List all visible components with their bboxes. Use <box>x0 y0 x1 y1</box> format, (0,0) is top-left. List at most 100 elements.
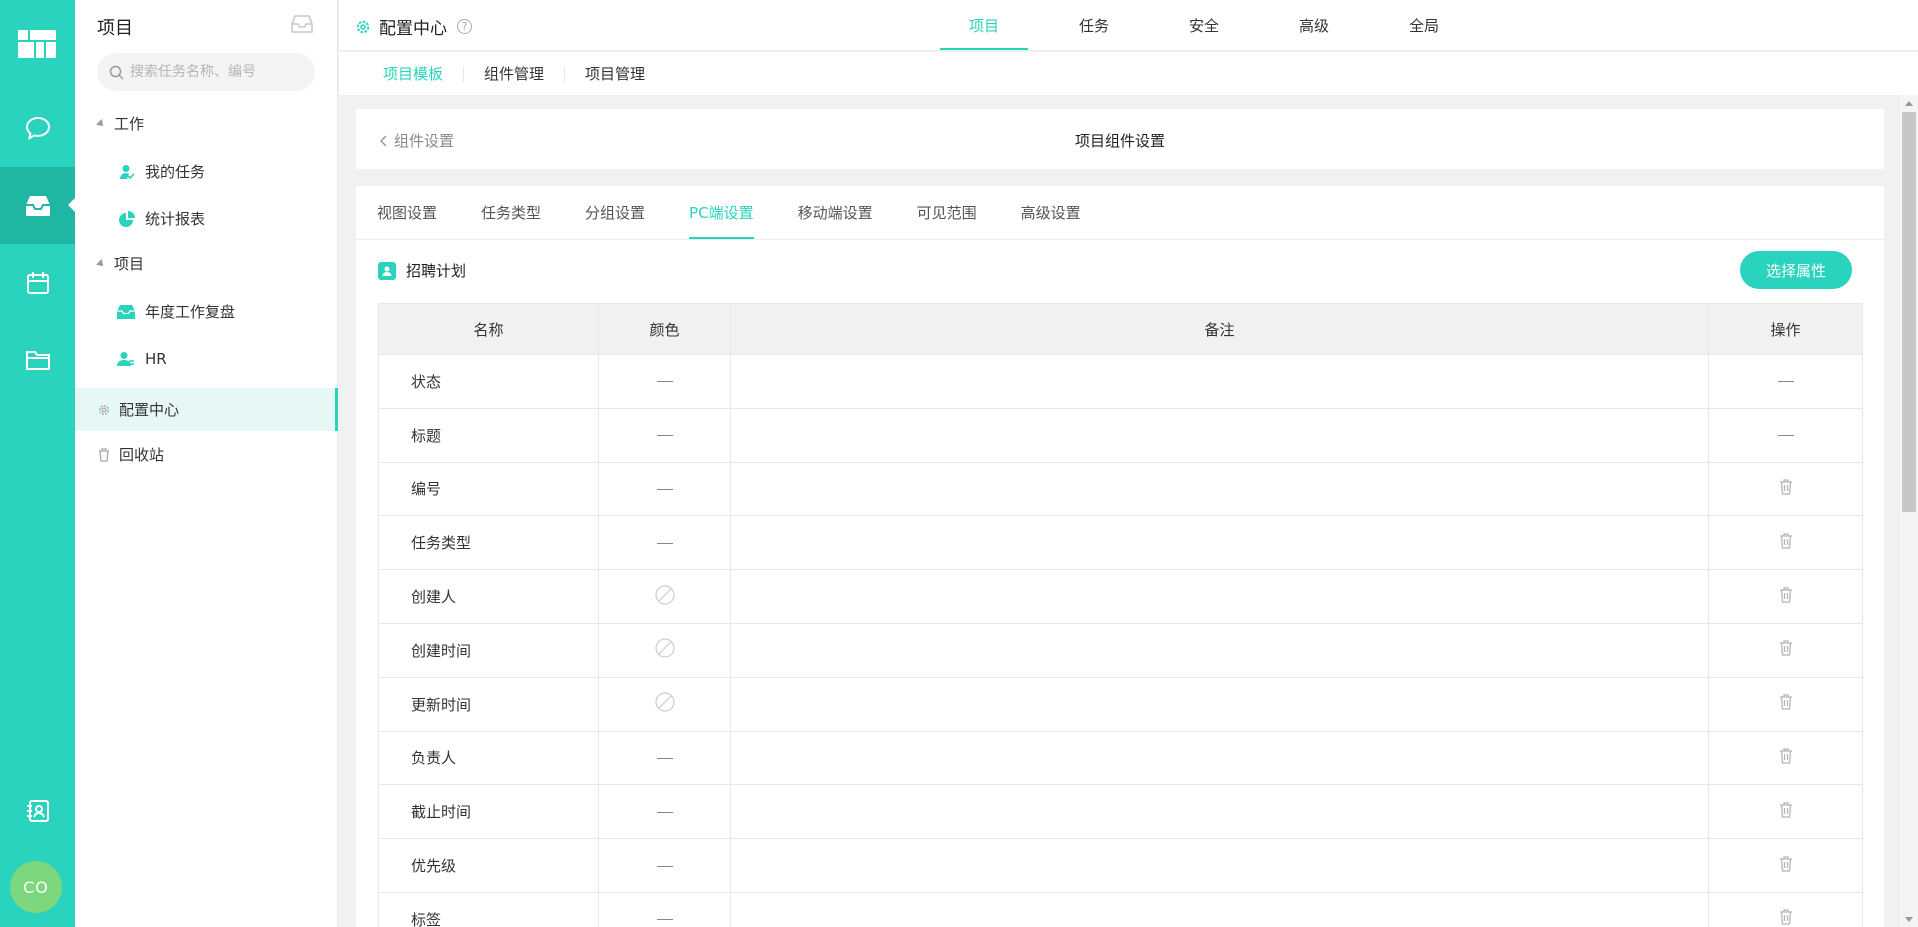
cell-note[interactable] <box>730 784 1709 840</box>
sidebar-item-recycle-bin[interactable]: 回收站 <box>97 444 164 465</box>
section-header: 招聘计划 <box>378 260 466 281</box>
cell-action <box>1708 407 1863 463</box>
divider <box>356 239 1884 240</box>
cell-action[interactable] <box>1708 676 1863 732</box>
tab-visibility[interactable]: 可见范围 <box>917 186 977 239</box>
cell-note[interactable] <box>730 838 1709 893</box>
rail-contacts[interactable] <box>0 772 75 849</box>
folder-icon <box>25 350 50 370</box>
subtab-component-manage[interactable]: 组件管理 <box>464 65 566 82</box>
logo-icon[interactable] <box>18 30 56 58</box>
scroll-up-arrow-icon[interactable] <box>1905 101 1913 106</box>
delete-icon[interactable] <box>1779 694 1793 710</box>
cell-name: 标签 <box>378 891 599 927</box>
subtab-project-template[interactable]: 项目模板 <box>363 65 465 82</box>
settings-card: 视图设置 任务类型 分组设置 PC端设置 移动端设置 可见范围 高级设置 招聘计… <box>356 186 1884 927</box>
help-icon[interactable]: ? <box>457 19 472 34</box>
cell-note[interactable] <box>730 407 1709 463</box>
sidebar-item-my-tasks[interactable]: 我的任务 <box>119 161 205 182</box>
calendar-icon <box>26 271 49 294</box>
cell-color <box>598 838 731 893</box>
cell-note[interactable] <box>730 676 1709 732</box>
table-row: 编号 <box>378 461 1863 517</box>
tab-global[interactable]: 全局 <box>1369 0 1479 51</box>
rail-chat[interactable] <box>0 89 75 166</box>
sidebar-item-annual-review[interactable]: 年度工作复盘 <box>117 301 235 322</box>
tab-advanced-settings[interactable]: 高级设置 <box>1021 186 1081 239</box>
cell-note[interactable] <box>730 891 1709 927</box>
search-icon <box>109 65 124 80</box>
subtab-project-manage[interactable]: 项目管理 <box>565 66 665 82</box>
delete-icon[interactable] <box>1779 855 1793 872</box>
delete-icon[interactable] <box>1779 748 1793 764</box>
search-box[interactable] <box>97 53 315 91</box>
search-input[interactable] <box>130 64 300 80</box>
cell-note[interactable] <box>730 515 1709 571</box>
contacts-icon <box>26 799 49 822</box>
top-header: 配置中心 ? 项目 任务 安全 高级 全局 <box>339 0 1918 51</box>
avatar[interactable]: CO <box>10 861 62 913</box>
scroll-down-arrow-icon[interactable] <box>1905 917 1913 922</box>
table-row: 创建时间 <box>378 622 1863 678</box>
cell-name: 截止时间 <box>378 784 599 840</box>
main-tabs: 项目 任务 安全 高级 全局 <box>929 0 1479 51</box>
cell-color <box>598 569 731 624</box>
page-title-text: 配置中心 <box>379 19 447 39</box>
project-box-icon <box>117 304 135 319</box>
breadcrumb: 组件设置 项目组件设置 <box>356 109 1884 169</box>
cell-action[interactable] <box>1708 891 1863 927</box>
cell-action[interactable] <box>1708 784 1863 840</box>
cell-note[interactable] <box>730 622 1709 678</box>
cell-action[interactable] <box>1708 569 1863 624</box>
cell-color <box>598 730 731 786</box>
cell-note[interactable] <box>730 461 1709 517</box>
cell-action[interactable] <box>1708 838 1863 893</box>
delete-icon[interactable] <box>1779 533 1793 549</box>
sidebar-item-config-center[interactable]: 配置中心 <box>75 388 338 431</box>
delete-icon[interactable] <box>1779 909 1793 926</box>
cell-note[interactable] <box>730 730 1709 786</box>
delete-icon[interactable] <box>1779 802 1793 818</box>
rail-files[interactable] <box>0 321 75 398</box>
tab-task-type[interactable]: 任务类型 <box>481 186 541 239</box>
scrollbar[interactable] <box>1900 95 1918 927</box>
sidebar-item-reports[interactable]: 统计报表 <box>119 208 205 229</box>
tab-mobile-settings[interactable]: 移动端设置 <box>798 186 873 239</box>
tab-task[interactable]: 任务 <box>1039 0 1149 51</box>
tab-security[interactable]: 安全 <box>1149 0 1259 51</box>
cell-action[interactable] <box>1708 622 1863 678</box>
inbox-tray-icon[interactable] <box>291 14 313 34</box>
tab-pc-settings[interactable]: PC端设置 <box>689 186 754 239</box>
cell-color <box>598 407 731 463</box>
delete-icon[interactable] <box>1779 640 1793 657</box>
cell-note[interactable] <box>730 354 1709 409</box>
rail-calendar[interactable] <box>0 244 75 321</box>
tab-group-settings[interactable]: 分组设置 <box>585 186 645 239</box>
cell-action[interactable] <box>1708 730 1863 786</box>
column-header-color: 颜色 <box>598 303 731 355</box>
tab-advanced[interactable]: 高级 <box>1259 0 1369 51</box>
table-row: 标签 <box>378 891 1863 927</box>
dash-mark <box>656 542 673 544</box>
tab-project[interactable]: 项目 <box>929 0 1039 51</box>
select-attribute-button[interactable]: 选择属性 <box>1740 251 1852 289</box>
sub-tabs: 项目模板 组件管理 项目管理 <box>339 52 1918 95</box>
delete-icon[interactable] <box>1779 479 1793 495</box>
sidebar-item-hr[interactable]: HR <box>117 350 167 368</box>
cell-note[interactable] <box>730 569 1709 624</box>
tab-view-settings[interactable]: 视图设置 <box>377 186 437 239</box>
group-work[interactable]: 工作 <box>96 113 144 134</box>
no-color-icon <box>654 638 675 658</box>
dash-mark <box>656 919 673 921</box>
group-project[interactable]: 项目 <box>96 253 144 274</box>
dash-mark <box>656 757 673 759</box>
sidebar-item-label: 年度工作复盘 <box>145 303 236 321</box>
rail-project[interactable] <box>0 167 75 244</box>
table-row: 截止时间 <box>378 784 1863 840</box>
scrollbar-thumb[interactable] <box>1902 112 1916 512</box>
cell-action[interactable] <box>1708 515 1863 571</box>
dash-mark <box>656 865 673 867</box>
pie-chart-icon <box>119 210 135 227</box>
cell-action[interactable] <box>1708 461 1863 517</box>
delete-icon[interactable] <box>1779 586 1793 603</box>
